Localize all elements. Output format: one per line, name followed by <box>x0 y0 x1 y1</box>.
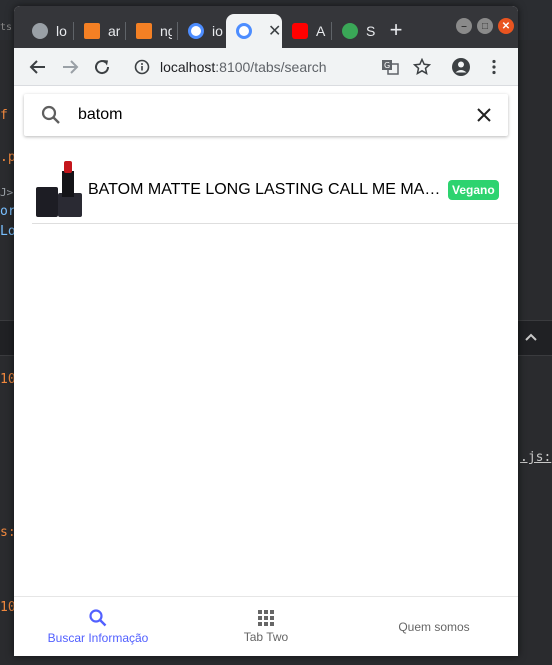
stackoverflow-icon <box>84 23 100 39</box>
browser-tab[interactable]: ar <box>74 14 126 48</box>
arrow-right-icon <box>63 60 79 74</box>
tab-title: io <box>212 23 223 39</box>
browser-tab[interactable]: A <box>282 14 332 48</box>
app-content: BATOM MATTE LONG LASTING CALL ME MAGIC V… <box>14 86 518 656</box>
tab-title: S <box>366 23 376 39</box>
tab-title: ng <box>160 23 172 39</box>
result-title: BATOM MATTE LONG LASTING CALL ME MAGIC <box>88 180 444 198</box>
reload-icon <box>95 60 110 75</box>
bookmark-button[interactable] <box>410 55 434 79</box>
editor-fragment: J> <box>0 186 14 199</box>
editor-fragment: f <box>0 108 8 123</box>
new-tab-button[interactable]: + <box>386 19 406 41</box>
searchbar <box>24 94 508 136</box>
arrow-left-icon <box>29 60 45 74</box>
tab-label: Quem somos <box>398 619 470 634</box>
translate-button[interactable]: G <box>378 55 402 79</box>
account-circle-icon <box>452 58 470 76</box>
tab-buscar-informacao[interactable]: Buscar Informação <box>14 597 182 656</box>
close-icon[interactable] <box>474 105 494 125</box>
window-controls: – □ ✕ <box>456 18 514 34</box>
close-window-button[interactable]: ✕ <box>498 18 514 34</box>
tab-strip: lo ar ng io ✕ A S + – □ ✕ <box>14 6 518 48</box>
editor-fragment: .js: <box>520 450 552 465</box>
youtube-icon <box>292 23 308 39</box>
tab-quem-somos[interactable]: Quem somos <box>350 597 518 656</box>
svg-text:G: G <box>384 61 390 70</box>
tab-title: ar <box>108 23 120 39</box>
forward-button[interactable] <box>58 55 82 79</box>
globe-icon <box>32 23 48 39</box>
translate-icon: G <box>382 60 399 75</box>
grid-icon <box>258 610 274 626</box>
minimize-button[interactable]: – <box>456 18 472 34</box>
more-vert-icon <box>492 59 496 75</box>
tab-tab-two[interactable]: Tab Two <box>182 597 350 656</box>
browser-tab[interactable]: S <box>332 14 380 48</box>
browser-tab[interactable]: lo <box>22 14 74 48</box>
browser-tab[interactable]: ng <box>126 14 178 48</box>
browser-tab[interactable]: io <box>178 14 226 48</box>
tab-label: Tab Two <box>243 630 289 644</box>
maximize-button[interactable]: □ <box>477 18 493 34</box>
url-text: localhost:8100/tabs/search <box>160 59 327 75</box>
list-item[interactable]: BATOM MATTE LONG LASTING CALL ME MAGIC V… <box>32 156 518 224</box>
reload-button[interactable] <box>90 55 114 79</box>
close-tab-icon[interactable]: ✕ <box>268 21 281 41</box>
bottom-tab-bar: Buscar Informação Tab Two Quem somos <box>14 596 518 656</box>
ionic-icon <box>236 23 252 39</box>
ionic-icon <box>188 23 204 39</box>
tab-title: lo <box>56 23 67 39</box>
chevron-up-icon <box>525 333 537 341</box>
profile-button[interactable] <box>449 55 473 79</box>
search-input[interactable] <box>78 106 458 124</box>
browser-toolbar: localhost:8100/tabs/search G <box>14 48 518 86</box>
menu-button[interactable] <box>482 55 506 79</box>
browser-tab-active[interactable]: ✕ <box>226 14 282 48</box>
search-icon <box>41 105 60 124</box>
info-icon <box>134 59 150 75</box>
url-path: :8100/tabs/search <box>215 59 327 75</box>
starbucks-icon <box>342 23 358 39</box>
editor-fragment: ts <box>0 22 13 33</box>
stackoverflow-icon <box>136 23 152 39</box>
tab-title: A <box>316 23 326 39</box>
vegan-badge: Vegano <box>448 179 499 200</box>
tab-label: Buscar Informação <box>47 631 149 645</box>
star-icon <box>413 58 431 76</box>
search-icon <box>89 609 107 627</box>
back-button[interactable] <box>26 55 50 79</box>
product-thumbnail <box>32 160 84 219</box>
url-host: localhost <box>160 59 216 75</box>
browser-window: lo ar ng io ✕ A S + – □ ✕ localhost:8100… <box>14 6 518 656</box>
